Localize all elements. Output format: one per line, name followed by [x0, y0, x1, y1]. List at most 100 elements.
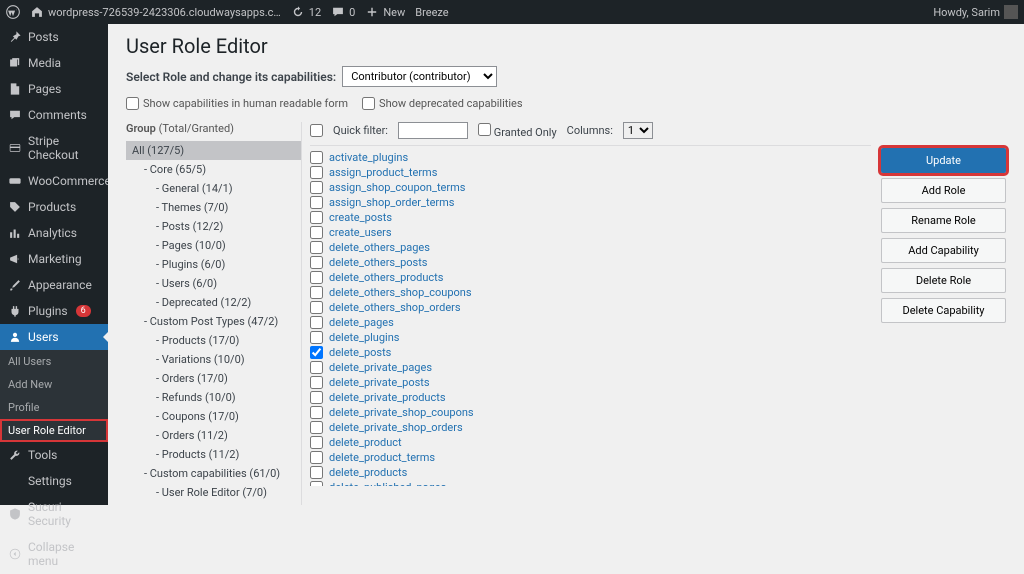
capability-label[interactable]: delete_plugins [329, 331, 399, 344]
capability-checkbox[interactable] [310, 151, 323, 164]
group-row[interactable]: - Orders (17/0) [126, 369, 301, 388]
capability-label[interactable]: delete_private_posts [329, 376, 430, 389]
capability-checkbox[interactable] [310, 226, 323, 239]
group-row[interactable]: - Products (17/0) [126, 331, 301, 350]
capability-label[interactable]: create_users [329, 226, 392, 239]
group-row[interactable]: - Themes (7/0) [126, 198, 301, 217]
capability-label[interactable]: assign_shop_order_terms [329, 196, 455, 209]
group-row[interactable]: - Deprecated (12/2) [126, 293, 301, 312]
capability-label[interactable]: create_posts [329, 211, 392, 224]
capability-label[interactable]: delete_others_shop_coupons [329, 286, 472, 299]
capability-checkbox[interactable] [310, 331, 323, 344]
capability-checkbox[interactable] [310, 166, 323, 179]
menu-comments[interactable]: Comments [0, 102, 108, 128]
capability-checkbox[interactable] [310, 286, 323, 299]
capability-checkbox[interactable] [310, 391, 323, 404]
add-role-button[interactable]: Add Role [881, 178, 1006, 203]
group-row[interactable]: - Users (6/0) [126, 274, 301, 293]
group-row[interactable]: - Variations (10/0) [126, 350, 301, 369]
granted-only-option[interactable]: Granted Only [478, 123, 557, 139]
menu-woocommerce[interactable]: WooCommerce [0, 168, 108, 194]
menu-pages[interactable]: Pages [0, 76, 108, 102]
delete-capability-button[interactable]: Delete Capability [881, 298, 1006, 323]
human-readable-option[interactable]: Show capabilities in human readable form [126, 97, 348, 110]
capability-label[interactable]: delete_product_terms [329, 451, 435, 464]
capability-label[interactable]: delete_private_products [329, 391, 446, 404]
capability-label[interactable]: assign_product_terms [329, 166, 437, 179]
group-row[interactable]: - Refunds (10/0) [126, 388, 301, 407]
group-row[interactable]: - Coupons (17/0) [126, 407, 301, 426]
capability-label[interactable]: delete_products [329, 466, 407, 479]
menu-plugins[interactable]: Plugins6 [0, 298, 108, 324]
menu-products[interactable]: Products [0, 194, 108, 220]
capability-checkbox[interactable] [310, 196, 323, 209]
capability-checkbox[interactable] [310, 466, 323, 479]
group-row[interactable]: - Custom Post Types (47/2) [126, 312, 301, 331]
granted-only-checkbox[interactable] [478, 123, 491, 136]
menu-settings[interactable]: Settings [0, 468, 108, 494]
group-row[interactable]: - Custom capabilities (61/0) [126, 464, 301, 483]
updates[interactable]: 12 [291, 5, 321, 19]
menu-analytics[interactable]: Analytics [0, 220, 108, 246]
capability-label[interactable]: delete_published_pages [329, 481, 446, 486]
quick-filter-input[interactable] [398, 122, 468, 139]
deprecated-option[interactable]: Show deprecated capabilities [362, 97, 523, 110]
capability-checkbox[interactable] [310, 406, 323, 419]
capability-label[interactable]: delete_private_shop_orders [329, 421, 463, 434]
capability-checkbox[interactable] [310, 316, 323, 329]
group-row[interactable]: - Products (11/2) [126, 445, 301, 464]
capability-checkbox[interactable] [310, 256, 323, 269]
capability-label[interactable]: activate_plugins [329, 151, 408, 164]
capability-checkbox[interactable] [310, 211, 323, 224]
capability-checkbox[interactable] [310, 451, 323, 464]
capability-label[interactable]: delete_pages [329, 316, 394, 329]
capability-label[interactable]: delete_private_shop_coupons [329, 406, 474, 419]
capability-checkbox[interactable] [310, 301, 323, 314]
capability-checkbox[interactable] [310, 361, 323, 374]
group-row[interactable]: - Core (65/5) [126, 160, 301, 179]
submenu-all-users[interactable]: All Users [0, 350, 108, 373]
breeze-link[interactable]: Breeze [415, 6, 448, 19]
collapse-menu[interactable]: Collapse menu [0, 534, 108, 574]
rename-role-button[interactable]: Rename Role [881, 208, 1006, 233]
submenu-profile[interactable]: Profile [0, 396, 108, 419]
submenu-user-role-editor[interactable]: User Role Editor [0, 419, 108, 442]
capability-label[interactable]: delete_others_products [329, 271, 443, 284]
capability-label[interactable]: assign_shop_coupon_terms [329, 181, 465, 194]
capability-checkbox[interactable] [310, 421, 323, 434]
capability-label[interactable]: delete_others_posts [329, 256, 427, 269]
deprecated-checkbox[interactable] [362, 97, 375, 110]
menu-media[interactable]: Media [0, 50, 108, 76]
update-button[interactable]: Update [881, 148, 1006, 173]
menu-sucuri[interactable]: Sucuri Security [0, 494, 108, 534]
new-content[interactable]: New [365, 5, 405, 19]
capability-checkbox[interactable] [310, 241, 323, 254]
group-row[interactable]: - Posts (12/2) [126, 217, 301, 236]
group-row[interactable]: - Orders (11/2) [126, 426, 301, 445]
capability-label[interactable]: delete_private_pages [329, 361, 432, 374]
capability-checkbox[interactable] [310, 376, 323, 389]
capabilities-list[interactable]: activate_plugins assign_product_termsassi… [310, 146, 871, 486]
add-capability-button[interactable]: Add Capability [881, 238, 1006, 263]
menu-marketing[interactable]: Marketing [0, 246, 108, 272]
comments-bubble[interactable]: 0 [331, 5, 355, 19]
group-row[interactable]: - Pages (10/0) [126, 236, 301, 255]
columns-select[interactable]: 1 [623, 122, 653, 139]
menu-appearance[interactable]: Appearance [0, 272, 108, 298]
capability-label[interactable]: delete_product [329, 436, 402, 449]
capability-checkbox[interactable] [310, 181, 323, 194]
menu-tools[interactable]: Tools [0, 442, 108, 468]
group-row[interactable]: - Plugins (6/0) [126, 255, 301, 274]
wp-logo[interactable] [6, 5, 20, 19]
capability-label[interactable]: delete_posts [329, 346, 391, 359]
capability-checkbox[interactable] [310, 271, 323, 284]
capability-checkbox[interactable] [310, 346, 323, 359]
menu-stripe[interactable]: Stripe Checkout [0, 128, 108, 168]
capability-checkbox[interactable] [310, 481, 323, 486]
role-select[interactable]: Contributor (contributor) [342, 66, 497, 87]
menu-users[interactable]: Users [0, 324, 108, 350]
select-all-caps-checkbox[interactable] [310, 124, 323, 137]
group-row[interactable]: - General (14/1) [126, 179, 301, 198]
menu-posts[interactable]: Posts [0, 24, 108, 50]
group-row[interactable]: All (127/5) [126, 141, 301, 160]
